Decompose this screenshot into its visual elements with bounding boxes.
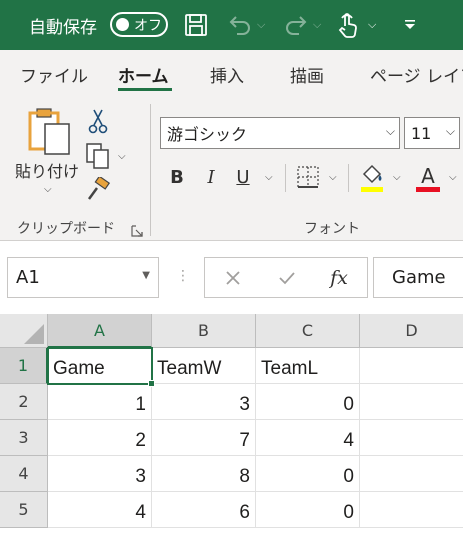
cut-icon[interactable] <box>86 106 110 136</box>
borders-icon[interactable] <box>294 163 322 191</box>
font-name-combo[interactable]: 游ゴシック ⌵ <box>160 117 400 149</box>
cell-c3[interactable]: 4 <box>256 420 360 456</box>
select-all-button[interactable] <box>0 314 48 348</box>
font-name-value: 游ゴシック <box>167 125 248 144</box>
paste-label[interactable]: 貼り付け <box>15 158 79 182</box>
cancel-icon[interactable] <box>213 258 253 297</box>
cell-a1[interactable]: Game <box>48 348 152 384</box>
column-header-a[interactable]: A <box>48 314 152 348</box>
redo-dropdown-icon[interactable]: ⌵ <box>313 18 321 32</box>
cell-d5[interactable] <box>360 492 463 528</box>
name-box-value: A1 <box>16 267 40 288</box>
autosave-label: 自動保存 <box>29 17 97 38</box>
font-size-value: 11 <box>411 123 432 143</box>
italic-button[interactable]: I <box>200 162 222 192</box>
paste-icon[interactable] <box>26 106 74 156</box>
cell-c5[interactable]: 0 <box>256 492 360 528</box>
ribbon-group-separator <box>150 104 151 236</box>
cell-b4[interactable]: 8 <box>152 456 256 492</box>
cell-c4[interactable]: 0 <box>256 456 360 492</box>
cell-d2[interactable] <box>360 384 463 420</box>
cell-d3[interactable] <box>360 420 463 456</box>
cell-a4[interactable]: 3 <box>48 456 152 492</box>
font-name-dropdown-icon[interactable]: ⌵ <box>386 124 395 139</box>
name-box-dropdown-icon[interactable]: ▼ <box>142 270 150 281</box>
cell-b3[interactable]: 7 <box>152 420 256 456</box>
font-group-divider-2 <box>348 164 349 192</box>
formula-bar-grip-icon[interactable]: ⋮ <box>176 268 190 284</box>
bold-button[interactable]: B <box>166 162 188 192</box>
tab-home[interactable]: ホーム <box>118 62 169 87</box>
cell-d4[interactable] <box>360 456 463 492</box>
clipboard-dialog-launcher-icon[interactable] <box>131 222 143 237</box>
redo-icon[interactable] <box>282 10 310 40</box>
cell-a2[interactable]: 1 <box>48 384 152 420</box>
touch-mode-dropdown-icon[interactable]: ⌵ <box>368 18 376 32</box>
tab-insert[interactable]: 挿入 <box>210 62 244 87</box>
touch-mode-icon[interactable] <box>334 10 362 40</box>
cell-c1[interactable]: TeamL <box>256 348 360 384</box>
font-color-swatch <box>416 186 440 192</box>
row-header-5[interactable]: 5 <box>0 492 48 528</box>
copy-icon[interactable] <box>84 141 112 171</box>
row-header-2[interactable]: 2 <box>0 384 48 420</box>
column-header-d[interactable]: D <box>360 314 463 348</box>
insert-function-icon[interactable]: fx <box>319 258 359 297</box>
font-color-letter: A <box>421 163 435 188</box>
cell-b1[interactable]: TeamW <box>152 348 256 384</box>
clipboard-group-label: クリップボード <box>17 221 115 237</box>
row-header-3[interactable]: 3 <box>0 420 48 456</box>
font-size-combo[interactable]: 11 ⌵ <box>404 117 460 149</box>
autosave-toggle[interactable]: オフ <box>110 12 168 37</box>
font-group-label: フォント <box>304 221 360 237</box>
cell-a5[interactable]: 4 <box>48 492 152 528</box>
tab-page-layout[interactable]: ページ レイア <box>370 62 463 87</box>
save-icon[interactable] <box>182 10 210 40</box>
font-color-dropdown-icon[interactable]: ⌵ <box>449 172 457 183</box>
undo-dropdown-icon[interactable]: ⌵ <box>257 18 265 32</box>
copy-dropdown-icon[interactable]: ⌵ <box>118 151 126 162</box>
toggle-knob <box>116 18 129 31</box>
enter-icon[interactable] <box>267 258 307 297</box>
autosave-state: オフ <box>134 18 162 34</box>
row-header-1[interactable]: 1 <box>0 348 48 384</box>
font-group-divider <box>285 164 286 192</box>
tab-file[interactable]: ファイル <box>20 62 88 87</box>
underline-button[interactable]: U <box>232 162 254 192</box>
underline-dropdown-icon[interactable]: ⌵ <box>265 172 273 183</box>
name-box[interactable]: A1 ▼ <box>7 257 159 298</box>
formula-input[interactable]: Game <box>373 257 463 298</box>
row-header-4[interactable]: 4 <box>0 456 48 492</box>
cell-b2[interactable]: 3 <box>152 384 256 420</box>
cell-c2[interactable]: 0 <box>256 384 360 420</box>
fill-color-dropdown-icon[interactable]: ⌵ <box>393 172 401 183</box>
cell-b5[interactable]: 6 <box>152 492 256 528</box>
formula-bar-buttons: fx <box>204 257 368 298</box>
font-color-button[interactable]: A <box>414 161 442 195</box>
column-header-b[interactable]: B <box>152 314 256 348</box>
customize-toolbar-icon[interactable] <box>396 10 424 40</box>
active-tab-indicator <box>118 88 172 91</box>
fill-handle[interactable] <box>148 380 155 387</box>
paste-dropdown-icon[interactable]: ⌵ <box>44 184 52 195</box>
cell-a3[interactable]: 2 <box>48 420 152 456</box>
cell-d1[interactable] <box>360 348 463 384</box>
fill-color-icon[interactable] <box>358 161 386 195</box>
undo-icon[interactable] <box>226 10 254 40</box>
tab-draw[interactable]: 描画 <box>290 62 324 87</box>
borders-dropdown-icon[interactable]: ⌵ <box>329 172 337 183</box>
font-size-dropdown-icon[interactable]: ⌵ <box>446 124 455 139</box>
format-painter-icon[interactable] <box>84 175 112 205</box>
column-header-c[interactable]: C <box>256 314 360 348</box>
